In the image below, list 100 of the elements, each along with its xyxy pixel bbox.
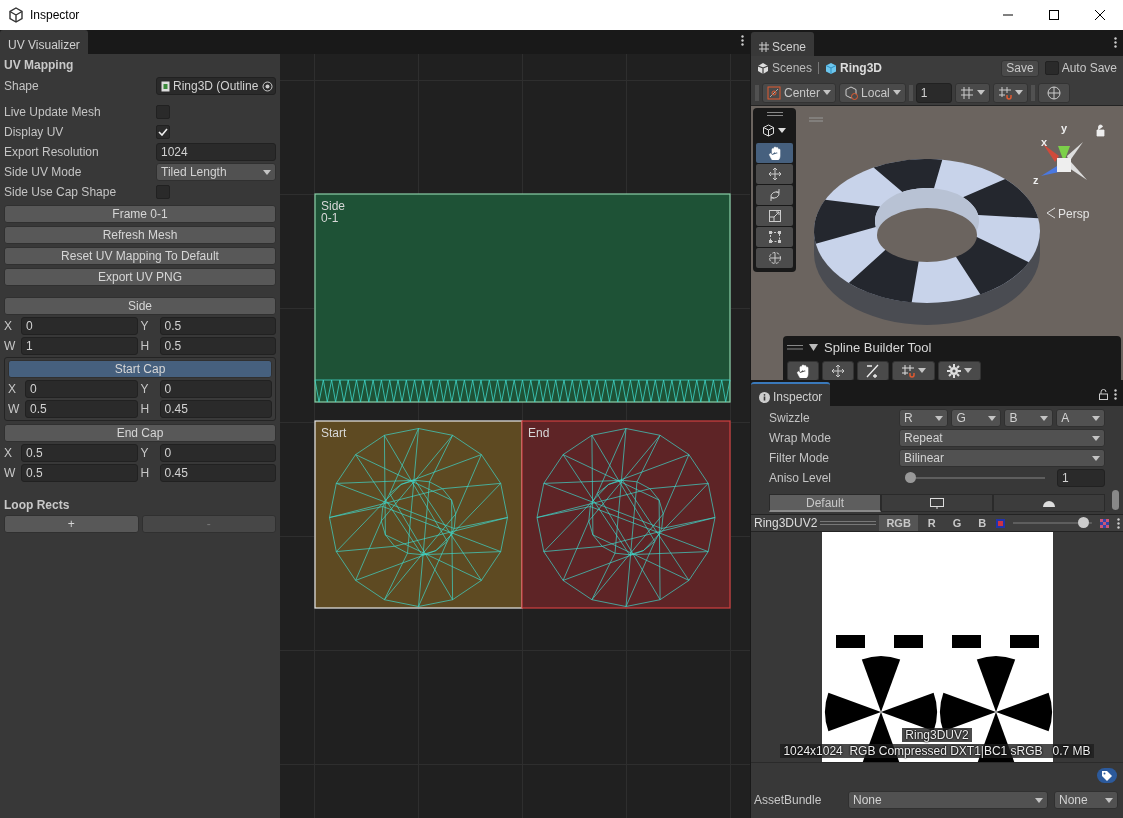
slider-thumb[interactable] — [905, 472, 916, 483]
field-label: AssetBundle — [754, 792, 823, 809]
foldout-header[interactable]: Start Cap — [8, 360, 272, 378]
number-field[interactable]: 1 — [21, 337, 138, 355]
dropdown[interactable]: Bilinear — [899, 449, 1105, 467]
field-label: Live Update Mesh — [4, 104, 102, 121]
tool-button[interactable] — [756, 185, 793, 205]
number-field[interactable]: 0 — [159, 380, 272, 398]
field-label: W — [4, 465, 17, 482]
tool-button[interactable] — [756, 143, 793, 163]
grid-snap-button[interactable] — [954, 82, 990, 103]
action-button[interactable]: Reset UV Mapping To Default — [4, 247, 276, 265]
field-label: Y — [140, 445, 150, 462]
section-heading: UV Mapping — [4, 57, 75, 74]
caret-icon — [1092, 415, 1100, 421]
action-button[interactable]: Refresh Mesh — [4, 226, 276, 244]
number-field[interactable]: 1 — [1057, 469, 1105, 487]
window-tab[interactable]: Inspector — [751, 382, 831, 406]
dropdown[interactable]: R — [899, 409, 949, 427]
number-field[interactable]: 1 — [915, 82, 952, 103]
rect-icon — [767, 230, 782, 244]
number-field[interactable]: 0.5 — [25, 400, 138, 418]
tool-button[interactable] — [756, 248, 793, 268]
window-tab[interactable]: Scene — [751, 32, 815, 56]
overlay-tool-button[interactable] — [822, 360, 854, 380]
overlay-tool-button[interactable] — [857, 360, 889, 380]
drag-handle-icon — [820, 521, 877, 525]
label-tag-button[interactable] — [1097, 768, 1117, 783]
mip-slider-track[interactable] — [1013, 517, 1092, 529]
checkbox[interactable] — [1044, 61, 1059, 75]
window-tab[interactable]: UV Visualizer — [0, 30, 88, 54]
field-label: Side Use Cap Shape — [4, 184, 118, 201]
channel-toggle[interactable]: G — [945, 515, 969, 531]
app-logo-icon — [8, 7, 24, 23]
field-label: X — [4, 318, 13, 335]
uv-region[interactable] — [314, 193, 731, 403]
dropdown[interactable]: None — [1054, 791, 1118, 809]
platform-tab[interactable] — [993, 494, 1105, 512]
dropdown[interactable]: G — [951, 409, 1002, 427]
tool-button[interactable] — [756, 227, 793, 247]
mip-slider-thumb[interactable] — [1077, 517, 1089, 528]
number-field[interactable]: 0.5 — [21, 444, 138, 462]
number-field[interactable]: 1024 — [156, 143, 276, 161]
checkbox[interactable] — [156, 125, 170, 139]
checkmark-icon — [158, 128, 168, 136]
orientation-gizmo[interactable] — [1041, 142, 1087, 180]
foldout-header[interactable]: Side — [4, 297, 276, 315]
snap-button[interactable] — [992, 82, 1028, 103]
projection-label[interactable]: Persp — [1058, 207, 1090, 221]
android-icon — [1042, 499, 1056, 507]
globe-button[interactable] — [1037, 82, 1070, 103]
preview-caption: Ring3DUV2 — [902, 728, 972, 742]
unity-logo-icon — [757, 62, 769, 74]
number-field[interactable]: 0 — [159, 444, 276, 462]
number-field[interactable]: 0.45 — [159, 400, 272, 418]
action-button[interactable]: Export UV PNG — [4, 268, 276, 286]
channel-toggle[interactable]: B — [971, 515, 994, 531]
caret-icon — [1105, 797, 1113, 803]
channel-toggle[interactable]: RGB — [879, 515, 918, 531]
caret-icon — [892, 90, 901, 95]
axis-label: y — [1061, 122, 1068, 134]
toolbar-button[interactable]: + — [4, 515, 139, 533]
channel-toggle[interactable]: R — [920, 515, 943, 531]
pivot-dropdown[interactable]: Center — [762, 82, 837, 103]
overlay-tool-button[interactable] — [892, 360, 935, 380]
lock-icon[interactable] — [1096, 124, 1105, 137]
number-field[interactable]: 0 — [25, 380, 138, 398]
field-label: X — [4, 445, 13, 462]
overlay-tool-button[interactable] — [938, 360, 981, 380]
caret-icon — [823, 90, 832, 95]
axis-label: x — [1041, 136, 1048, 148]
dropdown[interactable]: Tiled Length — [156, 163, 276, 181]
number-field[interactable]: 0 — [21, 317, 138, 335]
object-field[interactable]: Ring3D (Outline — [156, 77, 276, 95]
number-field[interactable]: 0.45 — [159, 464, 276, 482]
monitor-icon — [930, 497, 944, 509]
dropdown[interactable]: A — [1056, 409, 1105, 427]
info-icon — [759, 391, 770, 403]
number-field[interactable]: 0.5 — [21, 464, 138, 482]
rotate-icon — [767, 188, 782, 202]
dropdown[interactable]: Repeat — [899, 429, 1105, 447]
number-field[interactable]: 0.5 — [159, 317, 276, 335]
tool-button[interactable] — [756, 164, 793, 184]
scrollbar-thumb[interactable] — [1112, 490, 1119, 510]
more-options-icon — [1117, 517, 1120, 529]
platform-tab[interactable] — [881, 494, 993, 512]
space-dropdown[interactable]: Local — [839, 82, 906, 103]
overlay-tool-button[interactable] — [787, 360, 819, 380]
tool-button[interactable] — [756, 206, 793, 226]
breadcrumb-link[interactable]: Scenes — [772, 59, 813, 77]
dropdown[interactable]: None — [848, 791, 1048, 809]
more-options-icon — [1114, 37, 1117, 48]
dropdown[interactable]: B — [1004, 409, 1054, 427]
action-button[interactable]: Frame 0-1 — [4, 205, 276, 223]
object-picker-icon — [262, 80, 273, 92]
save-button[interactable]: Save — [1001, 59, 1039, 77]
number-field[interactable]: 0.5 — [159, 337, 276, 355]
foldout-header[interactable]: End Cap — [4, 424, 276, 442]
caret-icon — [1092, 435, 1100, 441]
platform-tab[interactable]: Default — [769, 494, 881, 512]
